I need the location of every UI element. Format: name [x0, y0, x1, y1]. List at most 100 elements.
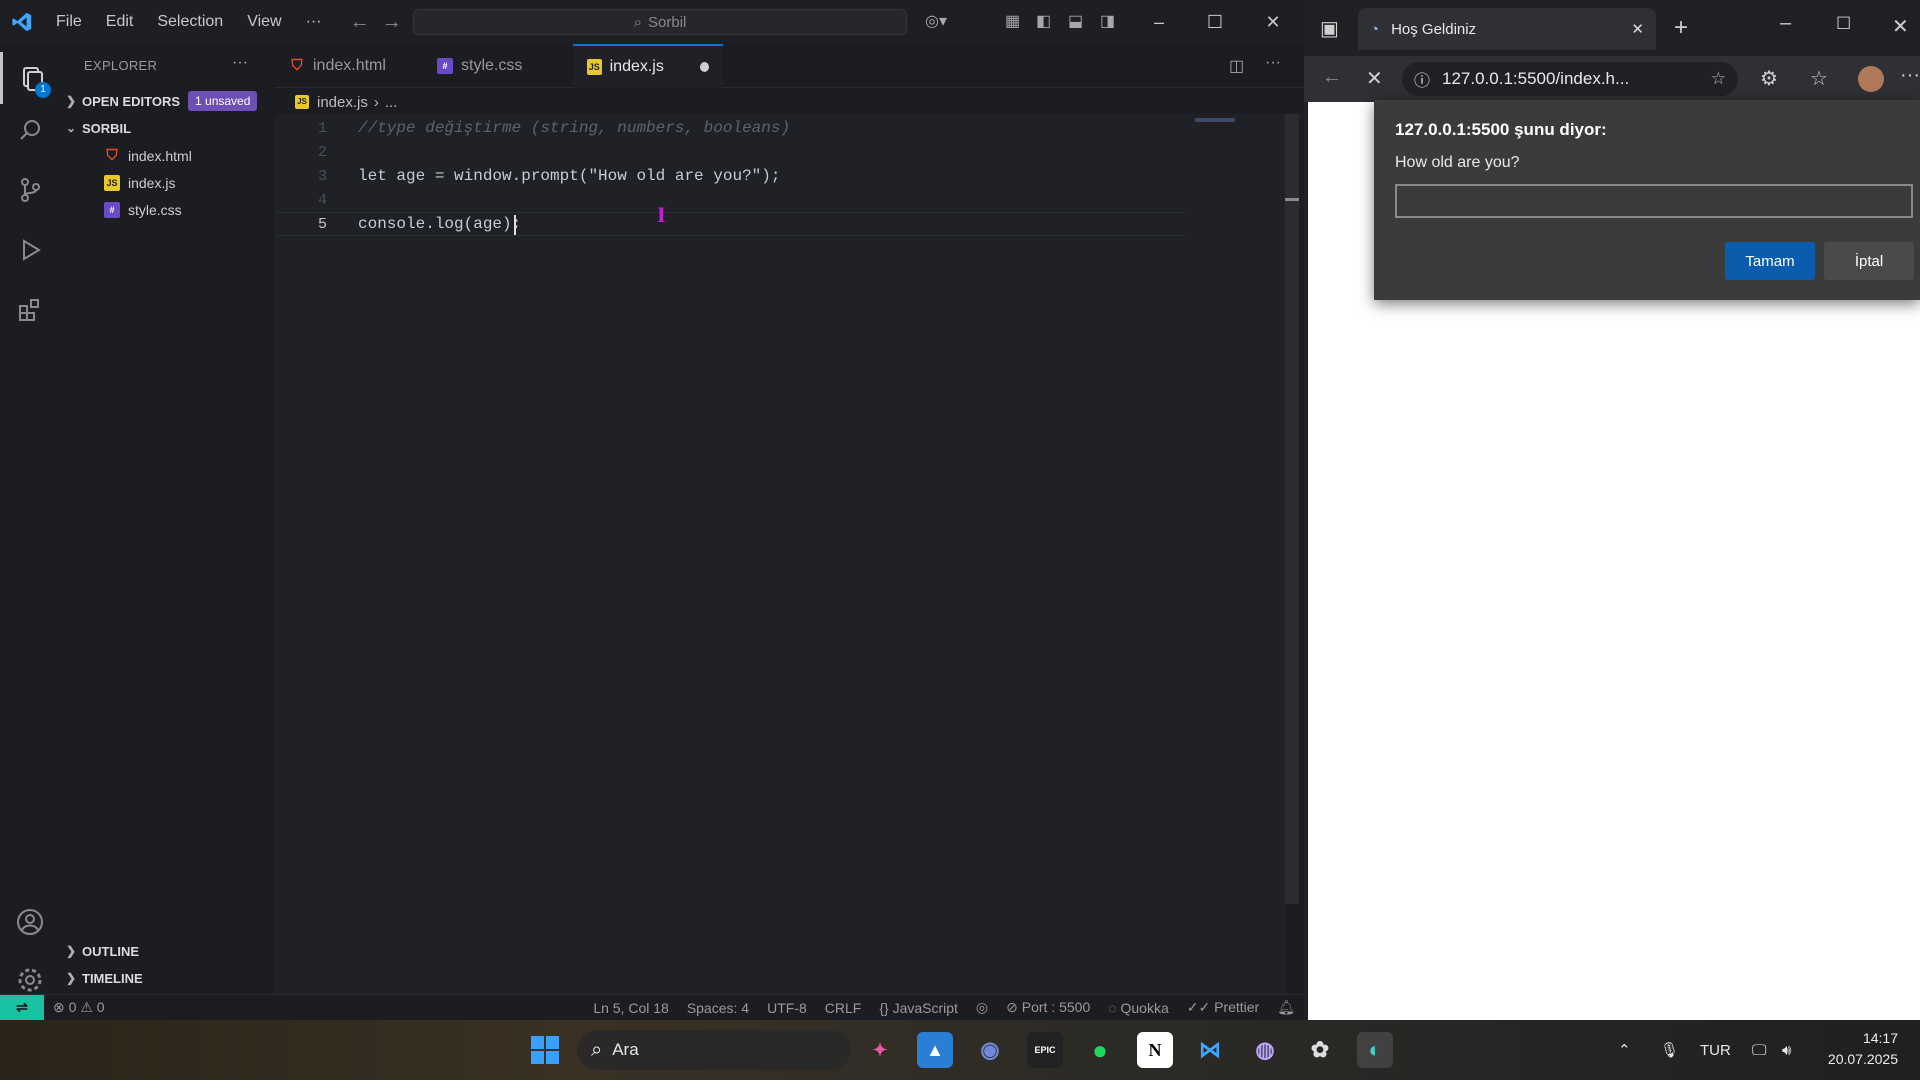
minimize-icon[interactable]: – — [1130, 0, 1188, 44]
css-icon: # — [104, 202, 120, 218]
file-label: style.css — [128, 202, 182, 218]
outline-section[interactable]: ❯ OUTLINE — [60, 938, 275, 964]
tab-index-html[interactable]: ⛉ index.html — [275, 44, 415, 88]
split-editor-icon[interactable]: ◫ — [1229, 56, 1244, 76]
toggle-sidebar-icon[interactable]: ◧ — [1036, 11, 1051, 31]
live-server-port[interactable]: ⊘ Port : 5500 — [997, 999, 1099, 1016]
tab-actions-icon[interactable]: ▣ — [1320, 16, 1339, 41]
prettier-label: Prettier — [1214, 999, 1260, 1015]
explorer-more-button[interactable]: ··· — [232, 54, 248, 72]
minimap[interactable] — [1195, 118, 1235, 122]
close-icon[interactable]: ✕ — [1244, 0, 1302, 44]
prompt-input[interactable] — [1395, 184, 1913, 218]
menu-selection[interactable]: Selection — [145, 0, 235, 44]
taskbar-search-label: Ara — [612, 1040, 639, 1059]
remote-indicator-icon[interactable]: ⇌ — [0, 994, 44, 1021]
browser-toolbar: ← ✕ ⓘ 127.0.0.1:5500/index.h... ☆ ⚙ ☆ ··… — [1304, 56, 1920, 102]
line-number: 5 — [317, 215, 327, 233]
file-item-index-js[interactable]: JS index.js — [60, 170, 275, 196]
paint-app-icon[interactable]: ✦ — [862, 1032, 898, 1068]
encoding-status[interactable]: UTF-8 — [758, 1000, 816, 1016]
breadcrumb: JS index.js › ... — [275, 90, 1304, 114]
close-tab-icon[interactable]: ✕ — [1631, 20, 1644, 38]
menu-file[interactable]: File — [44, 0, 94, 44]
windows-taskbar: ⌕ Ara ✦ ▲ ◉ EPIC ● N ⋈ ◍ ✿ ◐ ⌃ 🎙︎ TUR 🖵 … — [0, 1020, 1920, 1080]
javascript-icon: JS — [104, 175, 120, 191]
browser-tab-active[interactable]: ◔ Hoş Geldiniz ✕ — [1358, 8, 1656, 50]
accounts-icon[interactable] — [0, 896, 60, 948]
editor-more-icon[interactable]: ··· — [1265, 54, 1281, 72]
editor-scrollbar[interactable] — [1285, 114, 1299, 904]
notion-app-icon[interactable]: N — [1137, 1032, 1173, 1068]
cursor-position[interactable]: Ln 5, Col 18 — [584, 1000, 678, 1016]
eol-status[interactable]: CRLF — [816, 1000, 871, 1016]
settings-more-icon[interactable]: ··· — [1900, 64, 1920, 87]
close-window-icon[interactable]: ✕ — [1892, 14, 1909, 39]
prettier-status[interactable]: ✓✓ Prettier — [1178, 999, 1268, 1016]
file-item-index-html[interactable]: ⛉ index.html — [60, 143, 275, 169]
back-arrow-icon[interactable]: ← — [344, 11, 376, 34]
system-clock[interactable]: 14:17 20.07.2025 — [1828, 1028, 1898, 1070]
toggle-panel-icon[interactable]: ⬓ — [1068, 11, 1083, 31]
cancel-button[interactable]: İptal — [1824, 242, 1914, 280]
explorer-icon[interactable]: 1 — [0, 52, 60, 104]
language-mode[interactable]: {} JavaScript — [870, 1000, 967, 1016]
spotify-app-icon[interactable]: ● — [1082, 1032, 1118, 1068]
breadcrumb-file[interactable]: index.js — [317, 94, 368, 111]
timeline-section[interactable]: ❯ TIMELINE — [60, 965, 275, 991]
vscode-app-icon[interactable]: ⋈ — [1192, 1032, 1228, 1068]
github-desktop-app-icon[interactable]: ◍ — [1247, 1032, 1283, 1068]
menu-more[interactable]: ··· — [294, 0, 334, 44]
extensions-puzzle-icon[interactable]: ⚙ — [1760, 66, 1778, 91]
unsaved-dot-icon[interactable] — [699, 62, 709, 72]
indentation-status[interactable]: Spaces: 4 — [678, 1000, 758, 1016]
back-arrow-icon[interactable]: ← — [1322, 66, 1342, 89]
favorites-icon[interactable]: ☆ — [1810, 66, 1828, 91]
maximize-icon[interactable]: ☐ — [1836, 14, 1851, 34]
command-center-search[interactable]: ⌕ Sorbil — [413, 9, 907, 35]
run-debug-icon[interactable] — [0, 224, 60, 276]
tab-style-css[interactable]: # style.css — [423, 44, 563, 88]
network-icon[interactable]: 🖵 — [1752, 1020, 1766, 1080]
toggle-secondary-sidebar-icon[interactable]: ◨ — [1100, 11, 1115, 31]
notifications-bell-icon[interactable]: 🔔︎ — [1268, 999, 1304, 1016]
copilot-status-icon[interactable]: ◎ — [967, 999, 997, 1016]
profile-avatar[interactable] — [1858, 66, 1884, 92]
file-item-style-css[interactable]: # style.css — [60, 197, 275, 223]
copilot-icon[interactable]: ◎▾ — [925, 11, 947, 31]
forward-arrow-icon[interactable]: → — [376, 11, 408, 34]
problems-status[interactable]: ⊗ 0 ⚠ 0 — [44, 999, 114, 1016]
site-info-icon[interactable]: ⓘ — [1414, 67, 1430, 91]
chatgpt-app-icon[interactable]: ✿ — [1302, 1032, 1338, 1068]
show-hidden-icons-icon[interactable]: ⌃ — [1618, 1020, 1631, 1080]
search-view-icon[interactable] — [0, 104, 60, 156]
discord-app-icon[interactable]: ◉ — [972, 1032, 1008, 1068]
tab-index-js[interactable]: JS index.js — [573, 44, 723, 88]
open-editors-section[interactable]: ❯ OPEN EDITORS 1 unsaved — [60, 88, 275, 114]
minimize-icon[interactable]: – — [1780, 12, 1791, 35]
extensions-icon[interactable] — [0, 284, 60, 336]
source-control-icon[interactable] — [0, 164, 60, 216]
menu-edit[interactable]: Edit — [94, 0, 146, 44]
edge-app-icon[interactable]: ◐ — [1357, 1032, 1393, 1068]
layout-customize-icon[interactable]: ▦ — [1005, 11, 1020, 31]
input-language[interactable]: TUR — [1700, 1020, 1731, 1080]
explorer-sidebar: EXPLORER ··· ❯ OPEN EDITORS 1 unsaved ⌄ … — [60, 44, 275, 1004]
ok-button[interactable]: Tamam — [1725, 242, 1815, 280]
taskbar-search[interactable]: ⌕ Ara — [577, 1030, 851, 1070]
code-editor[interactable]: 1 //type değiştirme (string, numbers, bo… — [275, 114, 1285, 994]
stop-loading-icon[interactable]: ✕ — [1366, 66, 1383, 91]
folder-sorbil[interactable]: ⌄ SORBIL — [60, 115, 275, 141]
windows-start-icon[interactable] — [527, 1032, 563, 1068]
favorite-star-icon[interactable]: ☆ — [1711, 69, 1726, 89]
new-tab-icon[interactable]: + — [1674, 14, 1688, 42]
maximize-icon[interactable]: ☐ — [1186, 0, 1244, 44]
breadcrumb-symbol[interactable]: ... — [385, 94, 398, 111]
quokka-status[interactable]: ◌ Quokka — [1099, 1000, 1177, 1016]
microphone-icon[interactable]: 🎙︎ — [1660, 1020, 1679, 1080]
photos-app-icon[interactable]: ▲ — [917, 1032, 953, 1068]
menu-view[interactable]: View — [235, 0, 293, 44]
epic-games-app-icon[interactable]: EPIC — [1027, 1032, 1063, 1068]
address-bar[interactable]: ⓘ 127.0.0.1:5500/index.h... ☆ — [1402, 62, 1738, 96]
volume-icon[interactable]: 🔊︎ — [1782, 1020, 1791, 1080]
